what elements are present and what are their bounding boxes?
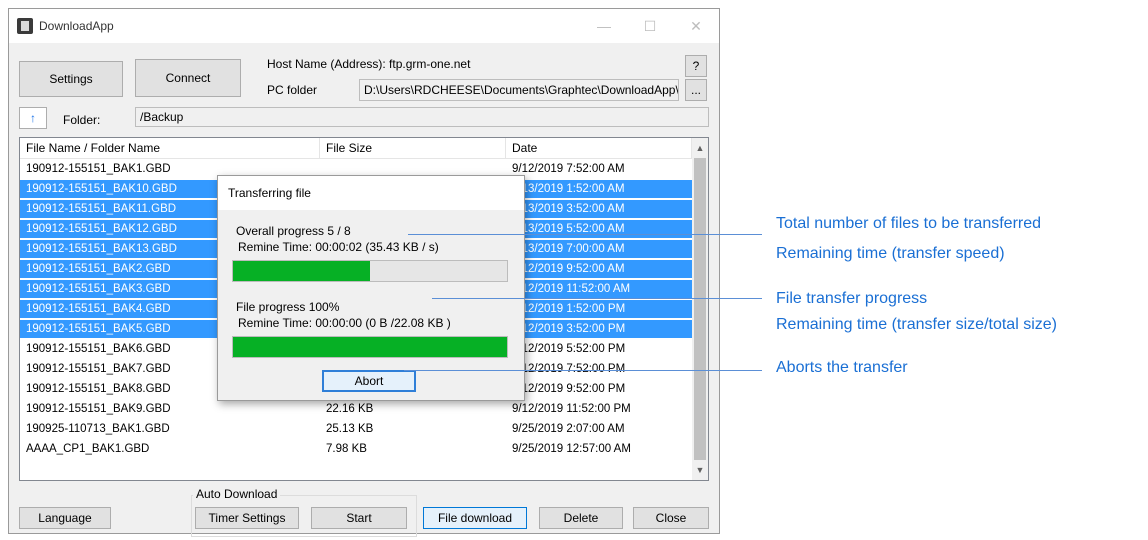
- up-folder-button[interactable]: ↑: [19, 107, 47, 129]
- callout-line-total: [408, 234, 762, 235]
- minimize-icon[interactable]: —: [589, 15, 619, 37]
- file-size-cell: 22.16 KB: [326, 403, 374, 415]
- column-header-size[interactable]: File Size: [320, 138, 506, 158]
- file-date-cell: 9/12/2019 7:52:00 AM: [512, 163, 625, 175]
- file-remaining-time: Remine Time: 00:00:00 (0 B /22.08 KB ): [238, 316, 451, 330]
- file-progress-label: File progress 100%: [236, 300, 340, 314]
- folder-path-field[interactable]: /Backup: [135, 107, 709, 127]
- overall-progress-label: Overall progress 5 / 8: [236, 224, 351, 238]
- file-name-cell: 190912-155151_BAK4.GBD: [26, 303, 171, 315]
- title-bar: DownloadApp — ☐ ✕: [9, 9, 719, 43]
- auto-download-label: Auto Download: [193, 487, 281, 501]
- file-progress-fill: [233, 337, 507, 357]
- folder-label: Folder:: [63, 113, 101, 127]
- browse-folder-button[interactable]: ...: [685, 79, 707, 101]
- file-name-cell: 190912-155151_BAK11.GBD: [26, 203, 177, 215]
- callout-line-abort: [404, 370, 762, 371]
- language-button[interactable]: Language: [19, 507, 111, 529]
- transfer-dialog: Transferring file Overall progress 5 / 8…: [217, 175, 525, 401]
- table-row[interactable]: 190912-155151_BAK9.GBD 22.16 KB 9/12/2019 …: [20, 400, 692, 418]
- close-button[interactable]: Close: [633, 507, 709, 529]
- table-row[interactable]: AAAA_CP1_BAK1.GBD 7.98 KB 9/25/2019 12:57:…: [20, 440, 692, 458]
- scroll-up-icon[interactable]: ▲: [692, 140, 708, 156]
- timer-settings-button[interactable]: Timer Settings: [195, 507, 299, 529]
- callout-total-files: Total number of files to be transferred: [776, 215, 1042, 232]
- file-date-cell: 9/12/2019 3:52:00 PM: [512, 323, 626, 335]
- close-window-icon[interactable]: ✕: [681, 15, 711, 37]
- window-title: DownloadApp: [39, 19, 114, 33]
- file-date-cell: 9/25/2019 2:07:00 AM: [512, 423, 625, 435]
- file-size-cell: 25.13 KB: [326, 423, 374, 435]
- file-date-cell: 9/13/2019 1:52:00 AM: [512, 183, 625, 195]
- file-date-cell: 9/25/2019 12:57:00 AM: [512, 443, 631, 455]
- file-date-cell: 9/12/2019 1:52:00 PM: [512, 303, 626, 315]
- connect-button[interactable]: Connect: [135, 59, 241, 97]
- file-date-cell: 9/12/2019 9:52:00 AM: [512, 263, 625, 275]
- app-window: DownloadApp — ☐ ✕ Settings Connect Host …: [8, 8, 720, 537]
- file-name-cell: 190912-155151_BAK7.GBD: [26, 363, 171, 375]
- file-download-button[interactable]: File download: [423, 507, 527, 529]
- file-date-cell: 9/12/2019 11:52:00 PM: [512, 403, 631, 415]
- file-date-cell: 9/13/2019 3:52:00 AM: [512, 203, 625, 215]
- host-name-label: Host Name (Address): ftp.grm-one.net: [267, 57, 471, 71]
- pc-folder-label: PC folder: [267, 83, 318, 97]
- file-name-cell: 190925-110713_BAK1.GBD: [26, 423, 170, 435]
- column-header-date[interactable]: Date: [506, 138, 692, 158]
- callout-abort: Aborts the transfer: [776, 359, 908, 376]
- overall-remaining-time: Remine Time: 00:00:02 (35.43 KB / s): [238, 240, 439, 254]
- callout-remaining-speed: Remaining time (transfer speed): [776, 245, 1005, 262]
- file-name-cell: 190912-155151_BAK1.GBD: [26, 163, 171, 175]
- file-date-cell: 9/12/2019 7:52:00 PM: [512, 363, 626, 375]
- file-size-cell: 7.98 KB: [326, 443, 367, 455]
- file-date-cell: 9/12/2019 5:52:00 PM: [512, 343, 626, 355]
- abort-button[interactable]: Abort: [322, 370, 416, 392]
- file-name-cell: AAAA_CP1_BAK1.GBD: [26, 443, 150, 455]
- scroll-down-icon[interactable]: ▼: [692, 462, 708, 478]
- file-name-cell: 190912-155151_BAK6.GBD: [26, 343, 171, 355]
- file-name-cell: 190912-155151_BAK5.GBD: [26, 323, 171, 335]
- column-header-name[interactable]: File Name / Folder Name: [20, 138, 320, 158]
- file-name-cell: 190912-155151_BAK13.GBD: [26, 243, 177, 255]
- file-list-header: File Name / Folder Name File Size Date: [20, 138, 692, 159]
- file-name-cell: 190912-155151_BAK9.GBD: [26, 403, 171, 415]
- file-progress-bar: [232, 336, 508, 358]
- dialog-title: Transferring file: [228, 186, 311, 200]
- settings-button[interactable]: Settings: [19, 61, 123, 97]
- file-name-cell: 190912-155151_BAK10.GBD: [26, 183, 177, 195]
- start-button[interactable]: Start: [311, 507, 407, 529]
- pc-folder-field[interactable]: D:\Users\RDCHEESE\Documents\Graphtec\Dow…: [359, 79, 679, 101]
- file-date-cell: 9/12/2019 9:52:00 PM: [512, 383, 626, 395]
- maximize-icon[interactable]: ☐: [635, 15, 665, 37]
- file-name-cell: 190912-155151_BAK2.GBD: [26, 263, 171, 275]
- help-button[interactable]: ?: [685, 55, 707, 77]
- dialog-title-bar: Transferring file: [218, 176, 524, 210]
- scrollbar-thumb[interactable]: [694, 158, 706, 460]
- callout-line-file: [432, 298, 762, 299]
- overall-progress-bar: [232, 260, 508, 282]
- file-name-cell: 190912-155151_BAK3.GBD: [26, 283, 171, 295]
- file-name-cell: 190912-155151_BAK12.GBD: [26, 223, 177, 235]
- app-icon: [17, 18, 33, 34]
- arrow-up-icon: ↑: [30, 111, 36, 125]
- table-row[interactable]: 190925-110713_BAK1.GBD 25.13 KB 9/25/2019 …: [20, 420, 692, 438]
- callout-file-progress: File transfer progress: [776, 290, 928, 307]
- callout-remaining-size: Remaining time (transfer size/total size…: [776, 316, 1057, 333]
- delete-button[interactable]: Delete: [539, 507, 623, 529]
- overall-progress-fill: [233, 261, 370, 281]
- file-date-cell: 9/12/2019 11:52:00 AM: [512, 283, 631, 295]
- file-name-cell: 190912-155151_BAK8.GBD: [26, 383, 171, 395]
- file-date-cell: 9/13/2019 7:00:00 AM: [512, 243, 625, 255]
- file-date-cell: 9/13/2019 5:52:00 AM: [512, 223, 625, 235]
